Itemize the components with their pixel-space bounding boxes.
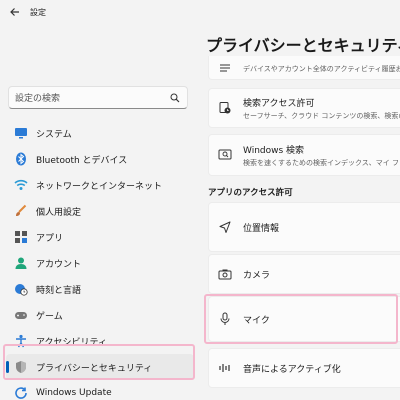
voice-activation-icon	[217, 360, 233, 376]
sidebar-item-label: アプリ	[36, 233, 64, 244]
sidebar: 設定の検索 システム Bluetooth とデバイス ネットワークとインターネッ…	[0, 24, 196, 400]
card-title: 位置情報	[243, 223, 280, 234]
location-permission-card[interactable]: 位置情報	[208, 202, 400, 252]
card-subtitle: デバイスやアカウント全体のアクティビティ履歴およ	[243, 64, 400, 73]
sidebar-item-label: Windows Update	[36, 388, 112, 398]
apps-icon	[14, 230, 28, 244]
back-button[interactable]	[4, 1, 26, 23]
card-title: 音声によるアクティブ化	[243, 364, 341, 375]
sidebar-item-apps[interactable]: アプリ	[6, 224, 194, 250]
wifi-icon	[14, 178, 28, 192]
search-index-icon	[217, 147, 233, 163]
card-title: マイク	[243, 315, 270, 326]
main-content: プライバシーとセキュリティ デバイスやアカウント全体のアクティビティ履歴およ 検…	[196, 24, 400, 400]
sidebar-item-system[interactable]: システム	[6, 120, 194, 146]
page-title: プライバシーとセキュリティ	[206, 36, 400, 55]
search-icon[interactable]	[169, 92, 181, 104]
sidebar-item-label: プライバシーとセキュリティ	[36, 363, 153, 374]
monitor-icon	[14, 126, 28, 140]
app-title: 設定	[30, 7, 46, 17]
search-input[interactable]: 設定の検索	[15, 91, 169, 104]
sidebar-item-privacy-security[interactable]: プライバシーとセキュリティ	[6, 354, 194, 380]
camera-permission-card[interactable]: カメラ	[208, 254, 400, 294]
person-icon	[14, 256, 28, 270]
sidebar-item-label: アクセシビリティ	[36, 337, 108, 348]
accessibility-icon	[14, 334, 28, 348]
sidebar-item-accounts[interactable]: アカウント	[6, 250, 194, 276]
card-title: 検索アクセス許可	[243, 98, 315, 109]
update-icon	[14, 386, 28, 400]
windows-search-card[interactable]: Windows 検索 検索を速くするための検索インデックス、マイ ファイ	[208, 134, 400, 176]
sidebar-item-bluetooth[interactable]: Bluetooth とデバイス	[6, 146, 194, 172]
search-box[interactable]: 設定の検索	[8, 86, 188, 109]
gamepad-icon	[14, 308, 28, 322]
sidebar-item-label: システム	[36, 129, 72, 140]
section-heading: アプリのアクセス許可	[208, 188, 293, 198]
bluetooth-icon	[14, 152, 28, 166]
card-title: Windows 検索	[243, 145, 305, 156]
microphone-permission-card[interactable]: マイク	[208, 296, 400, 342]
brush-icon	[14, 204, 28, 218]
sidebar-item-network[interactable]: ネットワークとインターネット	[6, 172, 194, 198]
shield-icon	[14, 360, 28, 374]
sidebar-item-accessibility[interactable]: アクセシビリティ	[6, 328, 194, 354]
microphone-icon	[217, 311, 233, 327]
sidebar-item-label: 個人用設定	[36, 207, 82, 218]
sidebar-item-time-language[interactable]: 時刻と言語	[6, 276, 194, 302]
voice-activation-permission-card[interactable]: 音声によるアクティブ化	[208, 348, 400, 388]
sidebar-item-label: アカウント	[36, 259, 82, 270]
globe-clock-icon	[14, 282, 28, 296]
sidebar-item-label: Bluetooth とデバイス	[36, 155, 128, 166]
title-bar: 設定	[0, 0, 400, 24]
card-title: カメラ	[243, 270, 271, 281]
history-icon	[217, 60, 233, 76]
search-permissions-card[interactable]: 検索アクセス許可 セーフサーチ、クラウド コンテンツの検索、検索の履	[208, 88, 400, 128]
sidebar-item-label: ゲーム	[36, 311, 63, 322]
sidebar-item-label: 時刻と言語	[36, 285, 82, 296]
sidebar-item-gaming[interactable]: ゲーム	[6, 302, 194, 328]
sidebar-nav: システム Bluetooth とデバイス ネットワークとインターネット 個人用設…	[6, 120, 194, 400]
search-lock-icon	[217, 100, 233, 116]
location-icon	[217, 219, 233, 235]
sidebar-item-label: ネットワークとインターネット	[36, 181, 163, 192]
activity-history-card[interactable]: デバイスやアカウント全体のアクティビティ履歴およ	[208, 56, 400, 80]
sidebar-item-windows-update[interactable]: Windows Update	[6, 380, 194, 400]
sidebar-item-personalization[interactable]: 個人用設定	[6, 198, 194, 224]
card-subtitle: 検索を速くするための検索インデックス、マイ ファイ	[243, 158, 400, 167]
camera-icon	[217, 266, 233, 282]
card-subtitle: セーフサーチ、クラウド コンテンツの検索、検索の履	[243, 111, 400, 120]
arrow-left-icon	[10, 8, 19, 16]
